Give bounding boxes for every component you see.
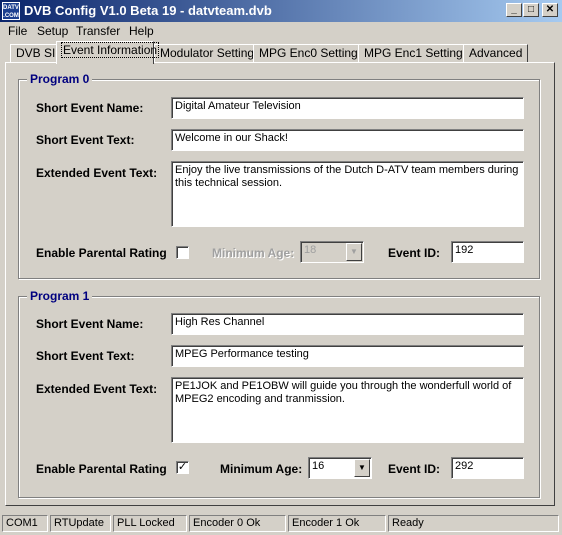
- program-0-event-id-field[interactable]: 192: [451, 241, 524, 263]
- program-1-minimum-age-select[interactable]: 16 ▼: [308, 457, 372, 479]
- program-0-parental-rating-checkbox[interactable]: [176, 246, 189, 259]
- short-event-name-label: Short Event Name:: [36, 101, 144, 115]
- extended-event-text-label: Extended Event Text:: [36, 382, 158, 396]
- status-rt-update: RTUpdate: [50, 515, 111, 532]
- minimum-age-label: Minimum Age:: [220, 462, 303, 476]
- menu-transfer[interactable]: Transfer: [76, 24, 120, 38]
- minimum-age-label: Minimum Age:: [212, 246, 295, 260]
- status-ready: Ready: [388, 515, 559, 532]
- enable-parental-rating-label: Enable Parental Rating: [36, 246, 167, 260]
- program-0-short-event-name-field[interactable]: Digital Amateur Television: [171, 97, 524, 119]
- short-event-text-label: Short Event Text:: [36, 133, 135, 147]
- chevron-down-icon[interactable]: ▼: [354, 459, 370, 477]
- title-bar: DATV .COM DVB Config V1.0 Beta 19 - datv…: [0, 0, 562, 22]
- minimize-button[interactable]: _: [506, 3, 522, 17]
- program-1-short-event-name-field[interactable]: High Res Channel: [171, 313, 524, 335]
- chevron-down-icon[interactable]: ▼: [346, 243, 362, 261]
- status-pll: PLL Locked: [113, 515, 187, 532]
- status-encoder-0: Encoder 0 Ok: [189, 515, 286, 532]
- event-id-label: Event ID:: [388, 246, 441, 260]
- program-1-short-event-text-field[interactable]: MPEG Performance testing: [171, 345, 524, 367]
- program-1-event-id-field[interactable]: 292: [451, 457, 524, 479]
- tab-event-information[interactable]: Event Information: [56, 41, 160, 64]
- short-event-name-label: Short Event Name:: [36, 317, 144, 331]
- program-1-extended-event-text-field[interactable]: PE1JOK and PE1OBW will guide you through…: [171, 377, 524, 443]
- menu-bar: File Setup Transfer Help: [0, 22, 562, 41]
- tab-mpg-enc1-settings[interactable]: MPG Enc1 Settings: [358, 44, 475, 63]
- program-0-short-event-text-field[interactable]: Welcome in our Shack!: [171, 129, 524, 151]
- program-0-title: Program 0: [27, 72, 93, 86]
- window-title: DVB Config V1.0 Beta 19 - datvteam.dvb: [24, 3, 272, 18]
- menu-setup[interactable]: Setup: [37, 24, 68, 38]
- tab-mpg-enc0-settings[interactable]: MPG Enc0 Settings: [253, 44, 370, 63]
- maximize-button[interactable]: □: [523, 3, 539, 17]
- menu-file[interactable]: File: [8, 24, 27, 38]
- tab-modulator-settings[interactable]: Modulator Settings: [154, 44, 267, 63]
- tab-dvb-si[interactable]: DVB SI: [10, 44, 62, 63]
- short-event-text-label: Short Event Text:: [36, 349, 135, 363]
- program-1-parental-rating-checkbox[interactable]: ✓: [176, 461, 189, 474]
- extended-event-text-label: Extended Event Text:: [36, 166, 158, 180]
- event-id-label: Event ID:: [388, 462, 441, 476]
- menu-help[interactable]: Help: [129, 24, 154, 38]
- close-button[interactable]: ✕: [542, 3, 558, 17]
- tab-advanced[interactable]: Advanced: [463, 44, 529, 63]
- status-encoder-1: Encoder 1 Ok: [288, 515, 386, 532]
- app-icon: DATV .COM: [2, 2, 20, 20]
- status-com-port: COM1: [2, 515, 48, 532]
- program-1-title: Program 1: [27, 289, 93, 303]
- program-0-minimum-age-select[interactable]: 18 ▼: [300, 241, 364, 263]
- enable-parental-rating-label: Enable Parental Rating: [36, 462, 167, 476]
- program-0-extended-event-text-field[interactable]: Enjoy the live transmissions of the Dutc…: [171, 161, 524, 227]
